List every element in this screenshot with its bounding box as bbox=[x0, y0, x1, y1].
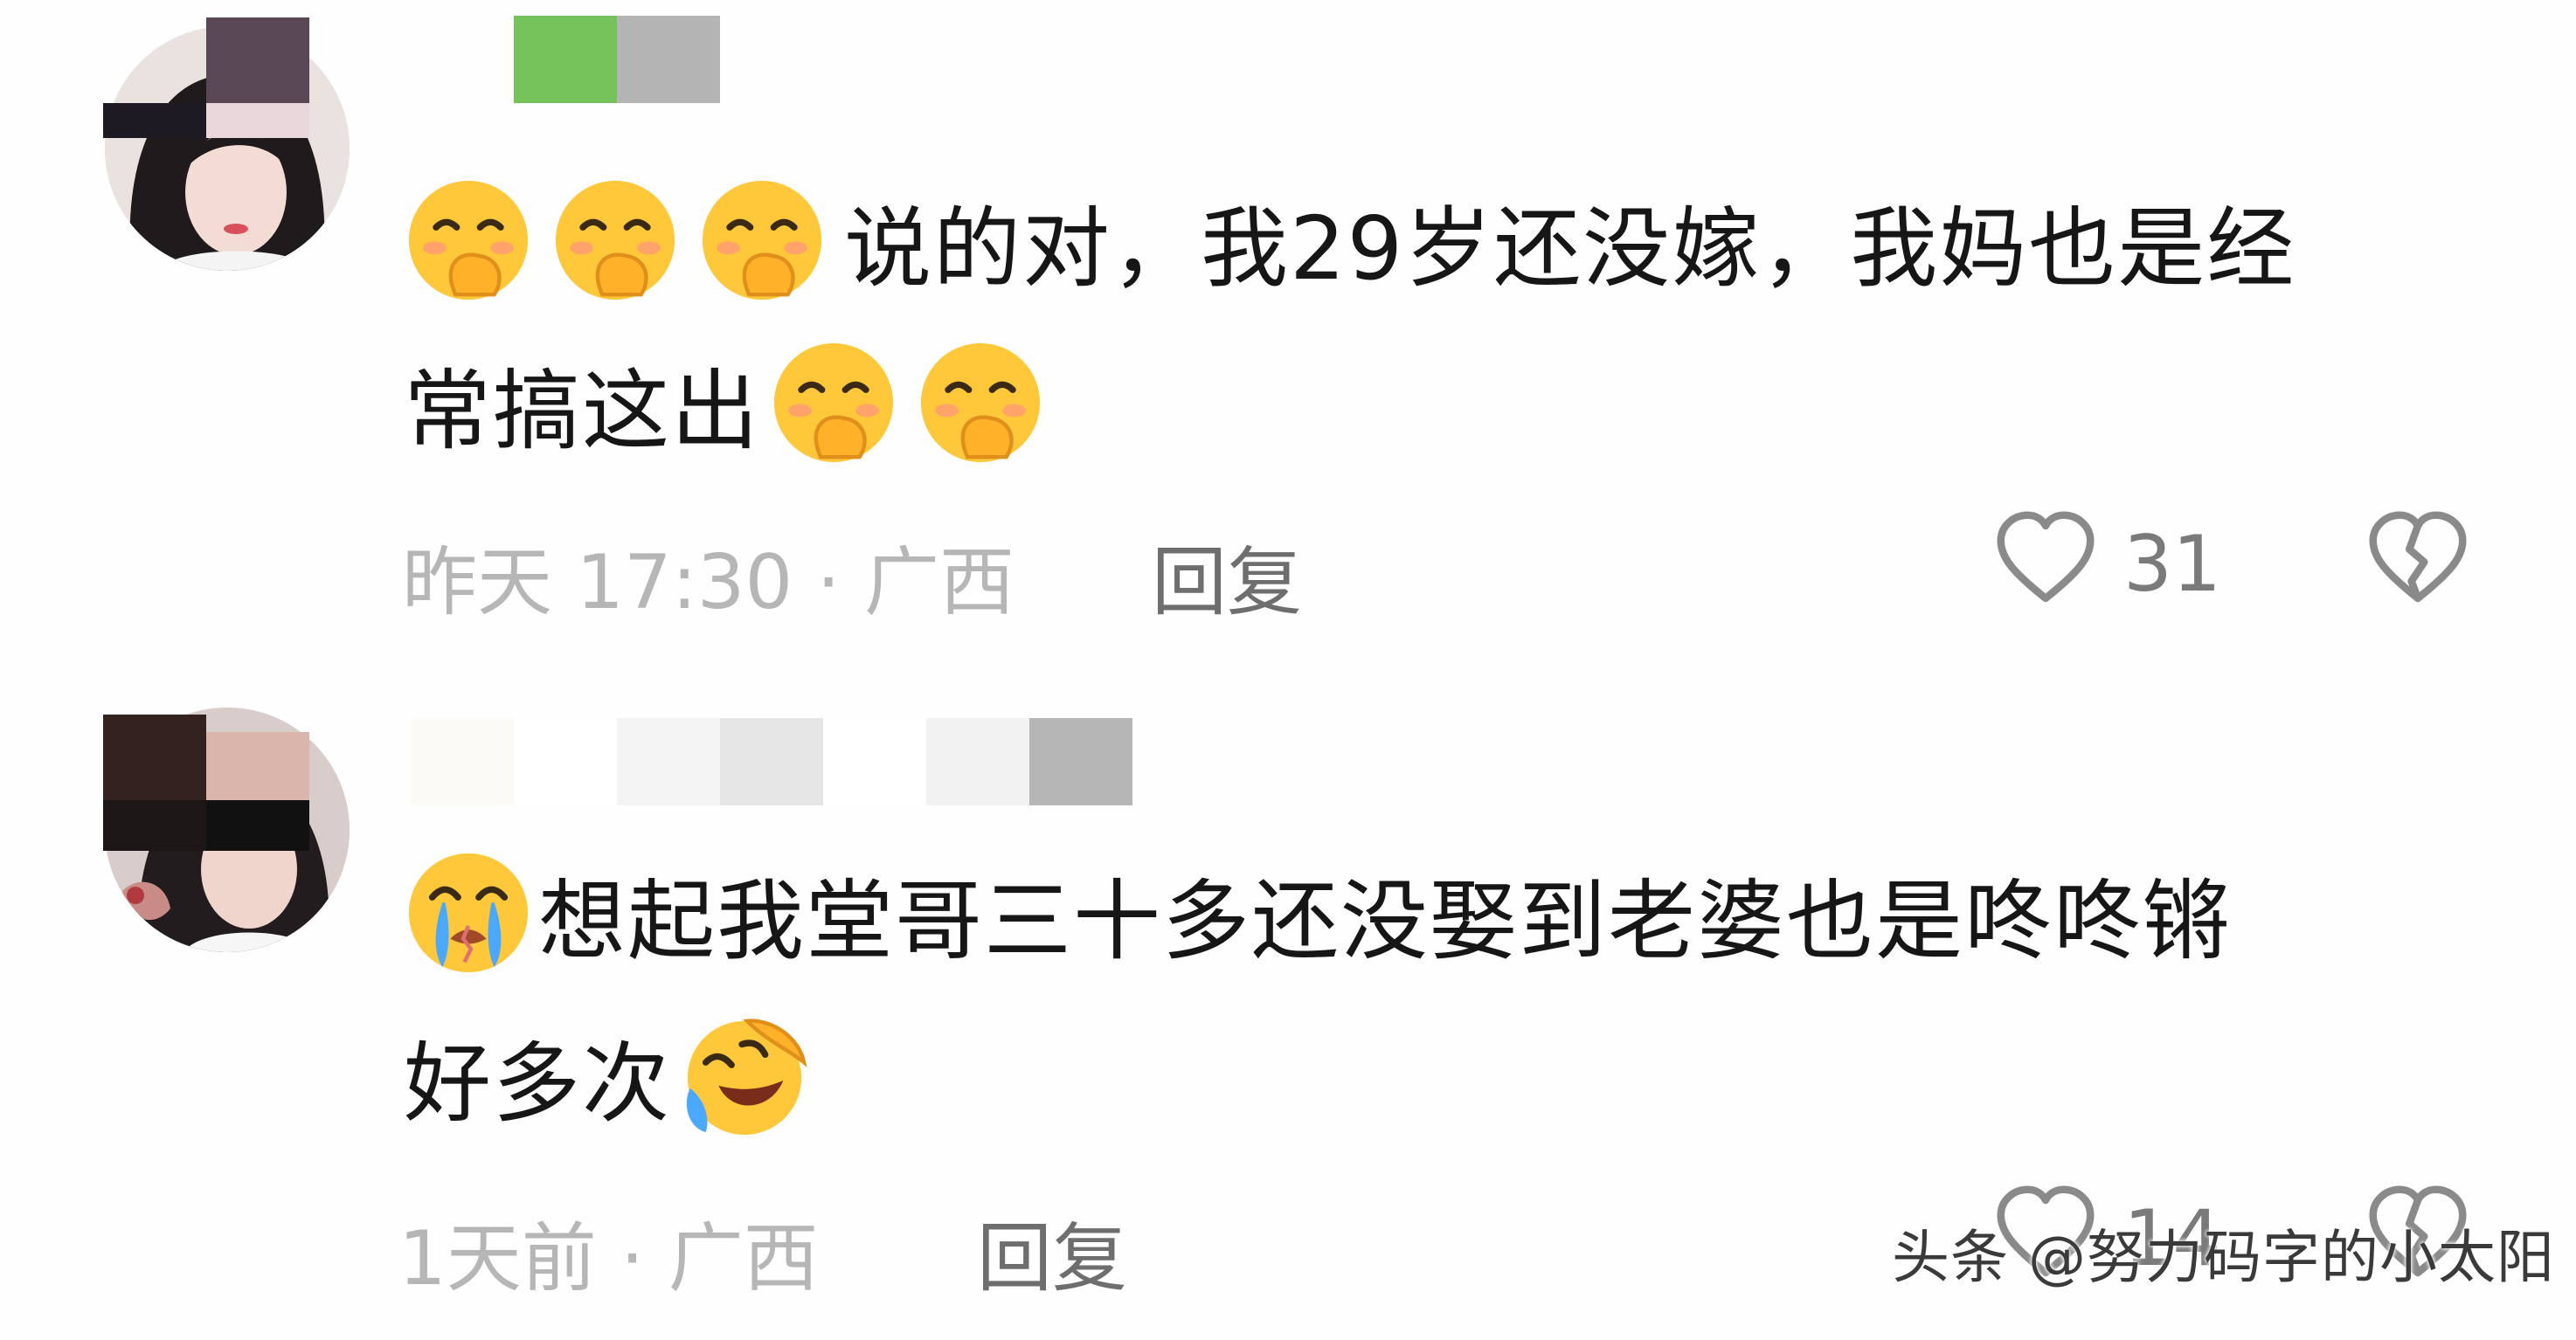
comment-text-line1: 说的对，我29岁还没嫁，我妈也是经 bbox=[844, 197, 2296, 300]
comment-text: 想起我堂哥三十多还没娶到老婆也是咚咚锵 好多次 bbox=[404, 840, 2232, 1165]
smirk-cover-mouth-emoji bbox=[702, 180, 822, 300]
username-blurred[interactable] bbox=[514, 16, 720, 103]
comment-text-line1: 想起我堂哥三十多还没娶到老婆也是咚咚锵 bbox=[538, 870, 2232, 972]
like-count: 31 bbox=[2123, 519, 2221, 609]
smirk-cover-mouth-emoji bbox=[920, 342, 1041, 463]
reply-button[interactable]: 回复 bbox=[1152, 521, 1302, 630]
laugh-cry-emoji bbox=[686, 1019, 807, 1136]
comment-text-line2: 常搞这出 bbox=[404, 360, 760, 462]
broken-heart-icon[interactable] bbox=[2365, 507, 2471, 613]
heart-outline-icon[interactable] bbox=[1992, 507, 2099, 613]
watermark: 头条 @努力码字的小太阳 bbox=[1892, 1224, 2555, 1291]
crying-emoji bbox=[408, 853, 529, 973]
mosaic-blur bbox=[103, 800, 206, 851]
reply-button[interactable]: 回复 bbox=[977, 1197, 1127, 1306]
comment-text-line2: 好多次 bbox=[404, 1033, 671, 1135]
mosaic-blur bbox=[206, 732, 309, 800]
smirk-cover-mouth-emoji bbox=[555, 180, 675, 300]
comment-list: 说的对，我29岁还没嫁，我妈也是经 常搞这出 昨天 17:30 · 广西 回复 bbox=[0, 0, 2576, 1340]
mosaic-blur bbox=[103, 103, 206, 138]
smirk-cover-mouth-emoji bbox=[773, 342, 894, 463]
username-blurred[interactable] bbox=[411, 718, 1132, 805]
comment-meta: 昨天 17:30 · 广西 bbox=[402, 539, 1015, 626]
mosaic-blur bbox=[206, 17, 309, 103]
comment-text: 说的对，我29岁还没嫁，我妈也是经 常搞这出 bbox=[404, 168, 2296, 493]
mosaic-blur bbox=[206, 800, 309, 851]
mosaic-blur bbox=[103, 715, 206, 800]
mosaic-blur bbox=[206, 103, 309, 138]
smirk-cover-mouth-emoji bbox=[408, 180, 529, 300]
comment-meta: 1天前 · 广西 bbox=[398, 1215, 819, 1302]
